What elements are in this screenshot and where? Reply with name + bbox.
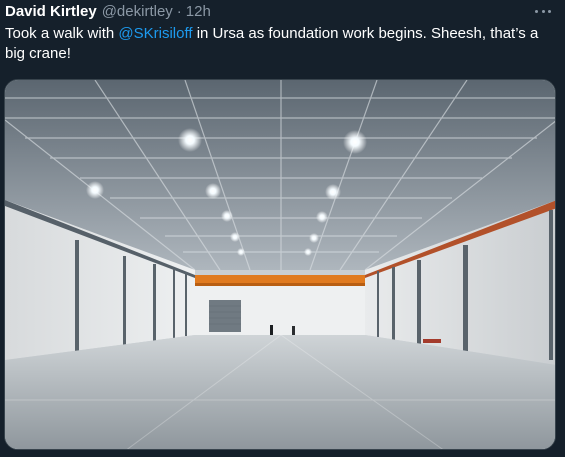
tweet-text-start: Took a walk with — [5, 25, 119, 42]
tweet-text: Took a walk with @SKrisiloff in Ursa as … — [5, 24, 557, 64]
author-name[interactable]: David Kirtley — [5, 3, 97, 20]
tweet-timestamp[interactable]: 12h — [186, 3, 211, 20]
warehouse-photo-image — [5, 80, 555, 449]
separator-dot: · — [176, 2, 182, 20]
more-options-icon[interactable] — [535, 4, 551, 18]
tweet-header: David Kirtley @dekirtley · 12h — [5, 1, 211, 21]
author-handle[interactable]: @dekirtley — [102, 3, 173, 20]
tweet-photo[interactable] — [4, 79, 556, 450]
mention-link[interactable]: @SKrisiloff — [118, 25, 192, 42]
